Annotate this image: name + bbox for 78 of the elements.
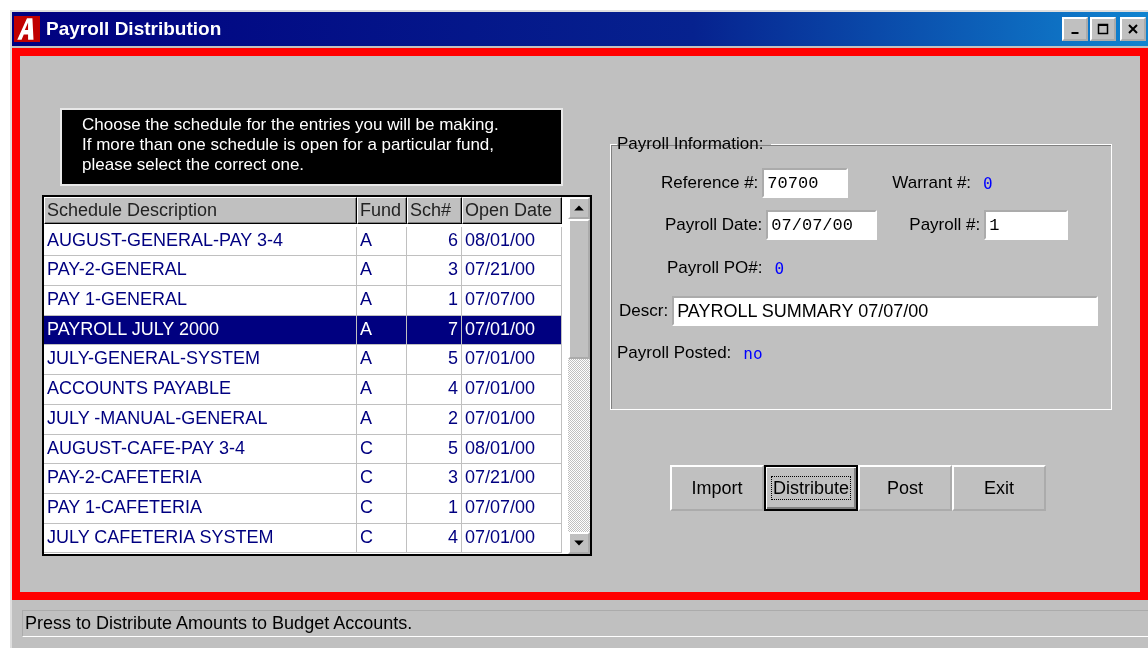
table-cell[interactable]: 07/21/00 — [462, 464, 562, 494]
column-header[interactable]: Schedule Description — [44, 197, 357, 224]
action-button[interactable]: Exit — [952, 465, 1046, 511]
table-cell[interactable]: 07/21/00 — [462, 256, 562, 287]
table-cell[interactable]: JULY CAFETERIA SYSTEM — [44, 523, 357, 554]
table-cell[interactable]: C — [357, 464, 407, 494]
action-button[interactable]: Post — [858, 465, 952, 511]
table-cell[interactable]: 07/01/00 — [462, 404, 562, 435]
field-value: 0 — [983, 173, 993, 193]
field-label: Payroll PO#: — [667, 258, 763, 278]
field-label: Payroll #: — [909, 215, 981, 235]
table-cell[interactable]: 07/01/00 — [462, 523, 562, 554]
table-cell[interactable]: 07/07/00 — [462, 493, 562, 524]
table-cell[interactable]: PAY-2-CAFETERIA — [44, 464, 357, 494]
minimize-button[interactable] — [1062, 17, 1088, 41]
table-cell[interactable]: C — [357, 434, 407, 465]
table-cell[interactable]: 6 — [407, 226, 462, 257]
input-field[interactable]: 07/07/00 — [766, 210, 878, 240]
field-label: Warrant #: — [892, 173, 972, 193]
table-cell[interactable]: 07/01/00 — [462, 375, 562, 405]
field-value: no — [743, 343, 763, 363]
table-cell[interactable]: A — [357, 256, 407, 287]
table-cell[interactable]: 1 — [407, 286, 462, 316]
column-header[interactable]: Open Date — [462, 197, 562, 224]
table-cell[interactable]: 5 — [407, 345, 462, 376]
table-cell[interactable]: 07/07/00 — [462, 286, 562, 316]
column-header[interactable]: Sch# — [407, 197, 462, 224]
table-cell[interactable]: 1 — [407, 493, 462, 524]
group-title: Payroll Information: — [617, 134, 765, 154]
table-cell[interactable]: 08/01/00 — [462, 226, 562, 257]
table-cell[interactable]: 08/01/00 — [462, 434, 562, 465]
table-cell[interactable]: A — [357, 315, 407, 346]
field-label: Payroll Date: — [665, 215, 763, 235]
minimize-icon — [1071, 32, 1079, 34]
maximize-icon — [1097, 22, 1109, 36]
table-cell[interactable]: 4 — [407, 375, 462, 405]
field-label: Reference #: — [661, 173, 759, 193]
table-cell[interactable]: 2 — [407, 404, 462, 435]
close-icon — [1127, 22, 1139, 36]
table-cell[interactable]: 5 — [407, 434, 462, 465]
table-cell[interactable]: 3 — [407, 256, 462, 287]
table-cell[interactable]: JULY -MANUAL-GENERAL — [44, 404, 357, 435]
maximize-button[interactable] — [1090, 17, 1116, 41]
table-cell[interactable]: PAY 1-CAFETERIA — [44, 493, 357, 524]
table-cell[interactable]: PAY 1-GENERAL — [44, 286, 357, 316]
table-cell[interactable]: A — [357, 226, 407, 257]
table-cell[interactable]: 7 — [407, 315, 462, 346]
table-cell[interactable]: PAY-2-GENERAL — [44, 256, 357, 287]
table-cell[interactable]: 3 — [407, 464, 462, 494]
table-cell[interactable]: 4 — [407, 523, 462, 554]
input-field[interactable]: 1 — [984, 210, 1069, 240]
table-cell[interactable]: C — [357, 523, 407, 554]
table-cell[interactable]: ACCOUNTS PAYABLE — [44, 375, 357, 405]
table-cell[interactable]: A — [357, 375, 407, 405]
close-button[interactable] — [1120, 17, 1146, 41]
table-cell[interactable]: 07/01/00 — [462, 315, 562, 346]
column-header[interactable]: Fund — [357, 197, 407, 224]
action-button[interactable]: Import — [670, 465, 764, 511]
action-button[interactable]: Distribute — [764, 465, 858, 511]
table-cell[interactable]: PAYROLL JULY 2000 — [44, 315, 357, 346]
table-cell[interactable]: A — [357, 286, 407, 316]
window-title: Payroll Distribution — [46, 18, 223, 40]
field-value: 0 — [774, 258, 785, 278]
table-cell[interactable]: AUGUST-CAFE-PAY 3-4 — [44, 434, 357, 465]
scrollbar[interactable] — [568, 197, 590, 554]
table-cell[interactable]: 07/01/00 — [462, 345, 562, 376]
table-cell[interactable]: JULY-GENERAL-SYSTEM — [44, 345, 357, 376]
status-bar: Press to Distribute Amounts to Budget Accounts. — [22, 610, 1148, 637]
table-cell[interactable]: AUGUST-GENERAL-PAY 3-4 — [44, 226, 357, 257]
instructions-text: Choose the schedule for the entries you will be making. If more than one schedule is open for a particular fund, please select the correct one. — [60, 108, 563, 186]
table-cell[interactable]: A — [357, 404, 407, 435]
field-label: Payroll Posted: — [617, 343, 732, 363]
field-label: Descr: — [619, 301, 669, 321]
input-field[interactable]: PAYROLL SUMMARY 07/07/00 — [672, 296, 1099, 326]
table-cell[interactable]: C — [357, 493, 407, 524]
table-cell[interactable]: A — [357, 345, 407, 376]
app-logo-icon — [14, 16, 40, 42]
input-field[interactable]: 70700 — [762, 168, 849, 198]
